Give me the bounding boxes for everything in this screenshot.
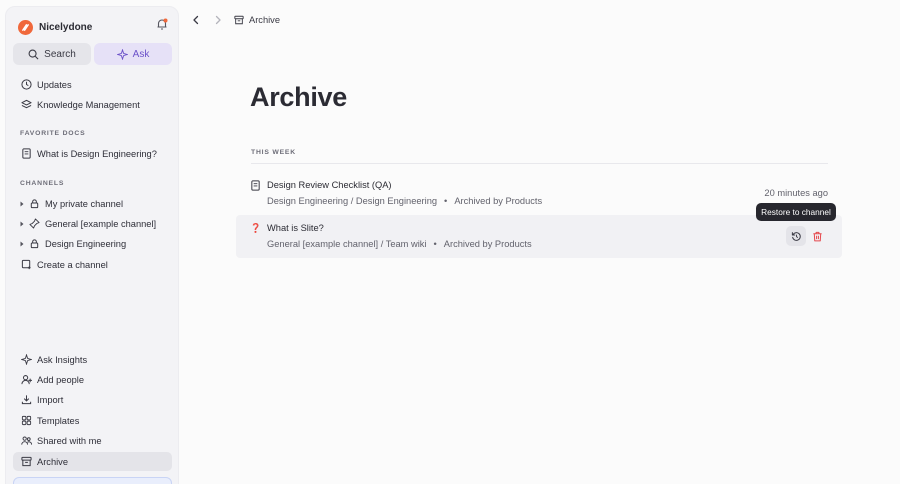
sidebar-item-label: Updates (37, 79, 72, 90)
pin-icon (29, 218, 40, 229)
search-button-label: Search (44, 48, 76, 60)
restore-icon (791, 231, 801, 241)
sidebar-item-ask-insights[interactable]: Ask Insights (13, 350, 172, 369)
sidebar-item-knowledge-management[interactable]: Knowledge Management (13, 95, 172, 114)
topbar: Archive (190, 12, 280, 28)
sparkle-icon (116, 48, 128, 60)
create-channel-label: Create a channel (37, 259, 108, 270)
sparkle-icon (21, 354, 32, 365)
lock-icon (30, 239, 39, 249)
favorite-docs-heading: FAVORITE DOCS (20, 130, 86, 137)
add-channel-icon (21, 259, 31, 270)
sidebar-item-favorite-doc[interactable]: What is Design Engineering? (13, 144, 172, 163)
sidebar-item-updates[interactable]: Updates (13, 75, 172, 94)
question-emoji-icon: ❓ (250, 223, 262, 233)
back-arrow-icon[interactable] (190, 14, 202, 26)
channels-heading: CHANNELS (20, 180, 65, 187)
doc-icon (22, 148, 31, 159)
sidebar-item-label: General [example channel] (45, 218, 157, 229)
ask-button[interactable]: Ask (94, 43, 172, 65)
breadcrumb[interactable]: Archive (234, 15, 280, 25)
create-channel-button[interactable]: Create a channel (13, 255, 172, 274)
app-window: Nicelydone Search Ask Updates Knowledge … (0, 0, 900, 484)
breadcrumb-label: Archive (249, 15, 281, 25)
doc-title: What is Slite? (267, 223, 324, 233)
forward-arrow-icon[interactable] (212, 14, 224, 26)
restore-button[interactable] (786, 226, 806, 246)
doc-path: General [example channel] / Team wiki (267, 239, 427, 249)
doc-meta: Design Engineering / Design Engineering … (267, 196, 542, 206)
sidebar-item-label: My private channel (45, 198, 124, 209)
divider (251, 163, 828, 164)
sidebar-item-design-engineering[interactable]: Design Engineering (13, 234, 172, 253)
archived-by: Archived by Products (443, 239, 532, 249)
archive-icon (21, 456, 32, 467)
doc-path: Design Engineering / Design Engineering (267, 196, 438, 206)
people-icon (21, 436, 32, 445)
sidebar-item-label: Add people (37, 374, 85, 385)
archived-doc-row[interactable]: Design Review Checklist (QA) Design Engi… (236, 172, 842, 215)
archived-time: 20 minutes ago (764, 188, 828, 198)
sidebar-item-import[interactable]: Import (13, 390, 172, 409)
sidebar-upgrade-banner[interactable] (13, 477, 172, 484)
clock-icon (21, 79, 32, 90)
templates-icon (21, 415, 32, 426)
delete-button[interactable] (807, 226, 827, 246)
sidebar-item-add-people[interactable]: Add people (13, 370, 172, 389)
section-heading-this-week: THIS WEEK (251, 149, 296, 156)
sidebar-item-label: Knowledge Management (37, 99, 140, 110)
chevron-right-icon[interactable] (19, 241, 25, 247)
trash-icon (812, 231, 822, 241)
ask-button-label: Ask (132, 48, 150, 60)
archived-doc-row[interactable]: ❓ What is Slite? General [example channe… (236, 215, 842, 258)
sidebar-item-label: What is Design Engineering? (37, 148, 157, 159)
workspace-logo-icon (18, 19, 33, 35)
sidebar-item-label: Archive (37, 456, 69, 467)
search-button[interactable]: Search (13, 43, 91, 65)
restore-tooltip: Restore to channel (756, 203, 836, 221)
sidebar-item-label: Templates (37, 415, 80, 426)
chevron-right-icon[interactable] (19, 221, 25, 227)
sidebar-item-archive[interactable]: Archive (13, 452, 172, 471)
sidebar-item-label: Design Engineering (45, 238, 127, 249)
download-icon (21, 395, 32, 405)
workspace-name: Nicelydone (39, 21, 93, 33)
sidebar-item-label: Import (37, 394, 64, 405)
sidebar-item-my-private-channel[interactable]: My private channel (13, 194, 172, 213)
layers-icon (21, 99, 32, 109)
lock-icon (30, 199, 39, 209)
meta-separator: • (433, 239, 437, 249)
page-title: Archive (250, 82, 347, 112)
sidebar-item-label: Ask Insights (37, 354, 88, 365)
search-icon (28, 49, 39, 59)
meta-separator: • (444, 196, 448, 206)
sidebar-item-label: Shared with me (37, 435, 102, 446)
sidebar-item-templates[interactable]: Templates (13, 411, 172, 430)
archived-by: Archived by Products (454, 196, 543, 206)
notification-bell-icon[interactable] (155, 17, 169, 31)
workspace-switcher[interactable]: Nicelydone (18, 17, 92, 37)
doc-meta: General [example channel] / Team wiki • … (267, 239, 532, 249)
sidebar-item-shared-with-me[interactable]: Shared with me (13, 431, 172, 450)
chevron-right-icon[interactable] (19, 201, 25, 207)
sidebar: Nicelydone Search Ask Updates Knowledge … (5, 6, 179, 484)
doc-title: Design Review Checklist (QA) (267, 180, 392, 190)
doc-icon (251, 180, 260, 191)
sidebar-item-general-channel[interactable]: General [example channel] (13, 214, 172, 233)
user-plus-icon (21, 375, 32, 385)
archive-icon (234, 15, 244, 25)
